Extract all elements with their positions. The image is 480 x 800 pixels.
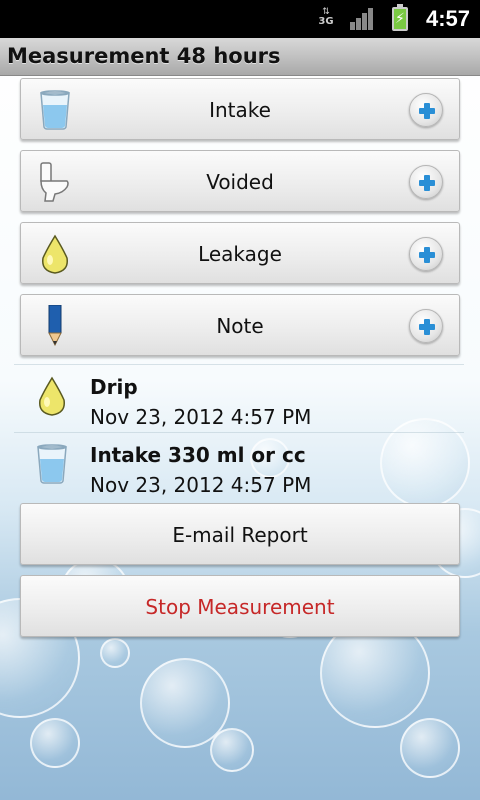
battery-charging-icon: ⚡ [392,4,408,31]
status-time: 4:57 [425,6,470,31]
add-intake-icon[interactable] [409,93,443,127]
log-date: Nov 23, 2012 4:57 PM [90,405,312,429]
add-voided-icon[interactable] [409,165,443,199]
page-title: Measurement 48 hours [7,44,281,68]
email-report-label: E-mail Report [172,523,308,547]
email-report-button[interactable]: E-mail Report [20,503,460,565]
stop-measurement-button[interactable]: Stop Measurement [20,575,460,637]
voided-label: Voided [206,170,274,194]
note-button[interactable]: Note [20,294,460,356]
log-date: Nov 23, 2012 4:57 PM [90,473,312,497]
note-label: Note [216,314,264,338]
voided-button[interactable]: Voided [20,150,460,212]
status-bar: ⇅ 3G ⚡ 4:57 [0,0,480,38]
intake-label: Intake [209,98,271,122]
add-note-icon[interactable] [409,309,443,343]
leakage-label: Leakage [198,242,282,266]
add-leakage-icon[interactable] [409,237,443,271]
stop-measurement-label: Stop Measurement [145,595,335,619]
log-title: Drip [90,375,138,399]
log-title: Intake 330 ml or cc [90,443,306,467]
list-item[interactable]: Drip Nov 23, 2012 4:57 PM [14,364,464,432]
leakage-button[interactable]: Leakage [20,222,460,284]
intake-button[interactable]: Intake [20,78,460,140]
drop-icon [32,375,72,417]
title-bar: Measurement 48 hours [0,38,480,76]
list-item[interactable]: Intake 330 ml or cc Nov 23, 2012 4:57 PM [14,432,464,500]
network-3g-icon: ⇅ 3G [318,7,334,28]
water-glass-icon [32,443,72,485]
signal-strength-icon [350,8,376,30]
